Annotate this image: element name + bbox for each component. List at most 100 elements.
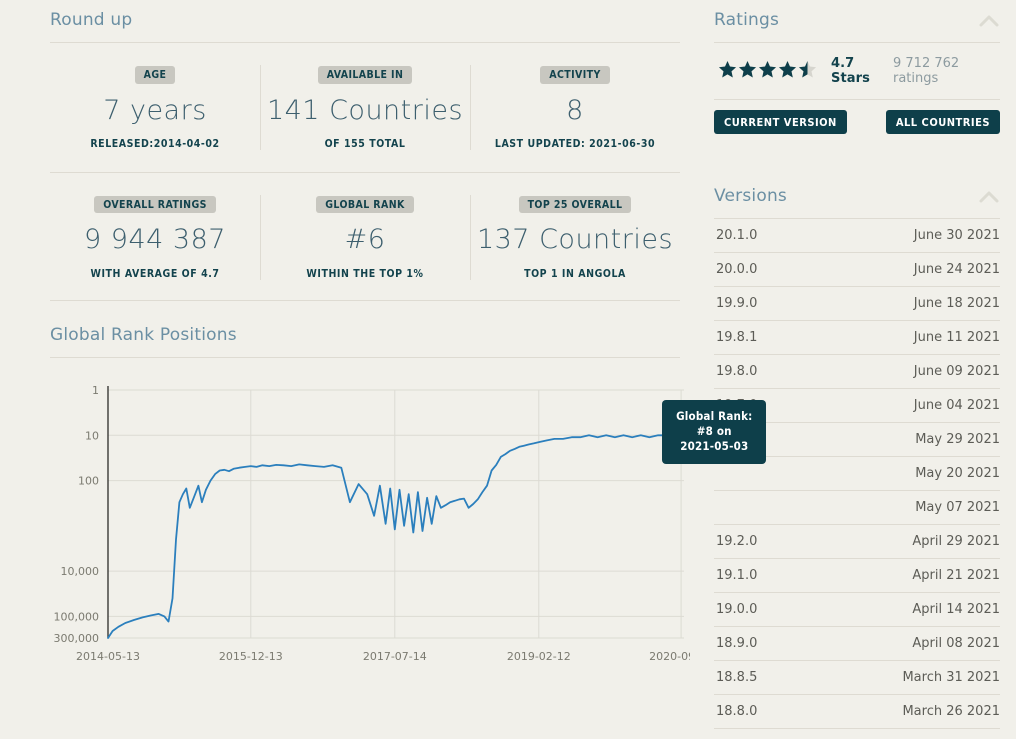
stat-subtext: WITHIN THE TOP 1% bbox=[266, 268, 464, 280]
version-date: May 07 2021 bbox=[915, 500, 1000, 515]
rating-summary-row: 4.7 Stars 9 712 762 ratings bbox=[714, 43, 1000, 99]
version-date: June 24 2021 bbox=[914, 262, 1000, 277]
chart-section-top-divider bbox=[50, 300, 680, 301]
stat-badge: ACTIVITY bbox=[540, 66, 610, 84]
ratings-panel: Ratings 4.7 Stars 9 712 762 ratings CURR… bbox=[700, 0, 1000, 134]
version-number: 19.9.0 bbox=[716, 296, 757, 311]
tooltip-line-2: #8 on bbox=[676, 424, 752, 439]
version-row[interactable]: 18.8.5 March 31 2021 bbox=[714, 660, 1000, 694]
tooltip-line-3: 2021-05-03 bbox=[676, 439, 752, 454]
version-date: March 26 2021 bbox=[902, 704, 1000, 719]
version-row[interactable]: 19.2.0 April 29 2021 bbox=[714, 524, 1000, 558]
stat-card-top-25-overall: TOP 25 OVERALL 137 Countries TOP 1 IN AN… bbox=[470, 189, 680, 286]
version-row[interactable]: 19.8.0 June 09 2021 bbox=[714, 354, 1000, 388]
star-full bbox=[778, 60, 797, 83]
version-date: May 20 2021 bbox=[915, 466, 1000, 481]
star-rating bbox=[718, 60, 817, 83]
version-number: 19.8.1 bbox=[716, 330, 757, 345]
version-date: June 18 2021 bbox=[914, 296, 1000, 311]
star-full bbox=[758, 60, 777, 83]
stat-subtext: TOP 1 IN ANGOLA bbox=[476, 268, 674, 280]
stat-value: 7 years bbox=[56, 97, 254, 125]
ratings-panel-header[interactable]: Ratings bbox=[714, 0, 1000, 42]
stat-value: 137 Countries bbox=[476, 226, 674, 254]
stat-value: #6 bbox=[266, 226, 464, 254]
version-number: 18.8.0 bbox=[716, 704, 757, 719]
svg-text:1: 1 bbox=[92, 384, 99, 397]
version-row[interactable]: 18.9.0 April 08 2021 bbox=[714, 626, 1000, 660]
stat-subtext: RELEASED:2014-04-02 bbox=[56, 138, 254, 150]
chart-title: Global Rank Positions bbox=[50, 315, 680, 357]
all-countries-button[interactable]: ALL COUNTRIES bbox=[886, 110, 1000, 134]
stats-row-secondary: OVERALL RATINGS 9 944 387 WITH AVERAGE O… bbox=[50, 173, 680, 300]
chevron-up-icon[interactable] bbox=[978, 189, 1000, 203]
stat-card-age: AGE 7 years RELEASED:2014-04-02 bbox=[50, 59, 260, 156]
stat-subtext: WITH AVERAGE OF 4.7 bbox=[56, 268, 254, 280]
current-version-button[interactable]: CURRENT VERSION bbox=[714, 110, 847, 134]
chevron-up-icon[interactable] bbox=[978, 13, 1000, 27]
version-number: 19.1.0 bbox=[716, 568, 757, 583]
version-number: 20.1.0 bbox=[716, 228, 757, 243]
stat-badge: TOP 25 OVERALL bbox=[519, 196, 632, 214]
version-row[interactable]: 20.0.0 June 24 2021 bbox=[714, 252, 1000, 286]
stat-badge: AVAILABLE IN bbox=[318, 66, 413, 84]
version-date: June 09 2021 bbox=[914, 364, 1000, 379]
svg-text:300,000: 300,000 bbox=[54, 632, 100, 645]
version-row[interactable]: May 07 2021 bbox=[714, 490, 1000, 524]
svg-text:10,000: 10,000 bbox=[61, 565, 100, 578]
stat-card-global-rank: GLOBAL RANK #6 WITHIN THE TOP 1% bbox=[260, 189, 470, 286]
stat-card-activity: ACTIVITY 8 LAST UPDATED: 2021-06-30 bbox=[470, 59, 680, 156]
stat-subtext: LAST UPDATED: 2021-06-30 bbox=[476, 138, 674, 150]
version-row[interactable]: 19.9.0 June 18 2021 bbox=[714, 286, 1000, 320]
version-number: 19.2.0 bbox=[716, 534, 757, 549]
round-up-title: Round up bbox=[50, 0, 680, 42]
stat-badge: GLOBAL RANK bbox=[316, 196, 413, 214]
version-number: 19.8.0 bbox=[716, 364, 757, 379]
version-row[interactable]: 18.7.5 March 18 2021 bbox=[714, 728, 1000, 739]
svg-text:2015-12-13: 2015-12-13 bbox=[219, 650, 283, 663]
svg-text:100: 100 bbox=[78, 474, 99, 487]
app-root: Round up AGE 7 years RELEASED:2014-04-02… bbox=[0, 0, 1016, 739]
version-row[interactable]: 18.8.0 March 26 2021 bbox=[714, 694, 1000, 728]
stat-badge: OVERALL RATINGS bbox=[94, 196, 216, 214]
ratings-button-row: CURRENT VERSION ALL COUNTRIES bbox=[714, 100, 1000, 134]
version-row[interactable]: 19.0.0 April 14 2021 bbox=[714, 592, 1000, 626]
stat-card-overall-ratings: OVERALL RATINGS 9 944 387 WITH AVERAGE O… bbox=[50, 189, 260, 286]
version-date: April 29 2021 bbox=[912, 534, 1000, 549]
stat-subtext: OF 155 TOTAL bbox=[266, 138, 464, 150]
version-row[interactable]: 19.1.0 April 21 2021 bbox=[714, 558, 1000, 592]
star-full bbox=[738, 60, 757, 83]
version-date: June 04 2021 bbox=[914, 398, 1000, 413]
svg-text:100,000: 100,000 bbox=[54, 610, 100, 623]
global-rank-chart[interactable]: 1 10 100 10,000 100,000 300,000 2014-05-13 2015… bbox=[50, 380, 690, 680]
version-date: May 29 2021 bbox=[915, 432, 1000, 447]
ratings-title: Ratings bbox=[714, 10, 779, 30]
svg-text:2019-02-12: 2019-02-12 bbox=[507, 650, 571, 663]
version-date: March 31 2021 bbox=[902, 670, 1000, 685]
versions-title: Versions bbox=[714, 186, 787, 206]
stats-row-primary: AGE 7 years RELEASED:2014-04-02 AVAILABL… bbox=[50, 43, 680, 166]
version-row[interactable]: 20.1.0 June 30 2021 bbox=[714, 218, 1000, 252]
rating-score-label: 4.7 Stars bbox=[831, 56, 893, 86]
chart-tooltip: Global Rank: #8 on 2021-05-03 bbox=[662, 400, 766, 465]
stat-card-available-in: AVAILABLE IN 141 Countries OF 155 TOTAL bbox=[260, 59, 470, 156]
version-date: June 30 2021 bbox=[914, 228, 1000, 243]
version-date: April 14 2021 bbox=[912, 602, 1000, 617]
stat-value: 9 944 387 bbox=[56, 226, 254, 254]
stat-value: 141 Countries bbox=[266, 97, 464, 125]
rank-chart-svg[interactable]: 1 10 100 10,000 100,000 300,000 2014-05-13 2015… bbox=[50, 380, 690, 680]
left-column: Round up AGE 7 years RELEASED:2014-04-02… bbox=[0, 0, 700, 739]
version-number: 19.0.0 bbox=[716, 602, 757, 617]
chart-title-divider bbox=[50, 357, 680, 358]
star-half bbox=[798, 60, 817, 83]
versions-list: 20.1.0 June 30 2021 20.0.0 June 24 2021 … bbox=[714, 218, 1000, 739]
version-date: June 11 2021 bbox=[914, 330, 1000, 345]
stat-badge: AGE bbox=[135, 66, 176, 84]
version-number: 20.0.0 bbox=[716, 262, 757, 277]
svg-text:10: 10 bbox=[85, 429, 99, 442]
svg-text:2017-07-14: 2017-07-14 bbox=[363, 650, 427, 663]
versions-panel-header[interactable]: Versions bbox=[714, 176, 1000, 218]
svg-text:2014-05-13: 2014-05-13 bbox=[76, 650, 140, 663]
version-row[interactable]: 19.8.1 June 11 2021 bbox=[714, 320, 1000, 354]
right-sidebar: Ratings 4.7 Stars 9 712 762 ratings CURR… bbox=[700, 0, 1016, 739]
